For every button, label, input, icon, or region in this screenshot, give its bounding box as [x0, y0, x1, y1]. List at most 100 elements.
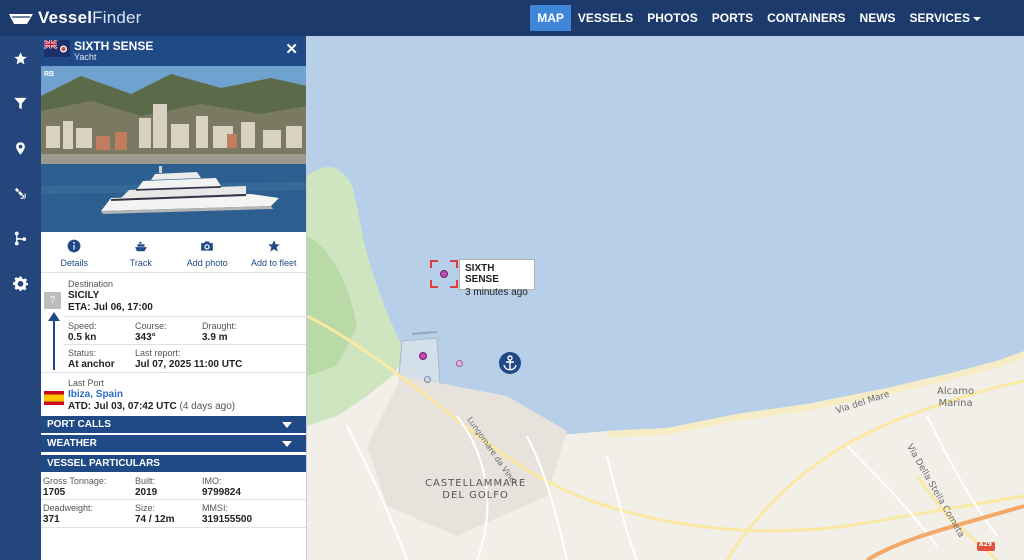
course-arrow-line	[53, 318, 55, 370]
ship-logo-icon	[9, 14, 33, 24]
last-report-value: Jul 07, 2025 11:00 UTC	[135, 359, 243, 370]
vessel-tooltip: SIXTH SENSE 3 minutes ago	[459, 259, 535, 298]
deadweight-label: Deadweight:	[43, 503, 94, 513]
course-label: Course:	[135, 321, 167, 331]
divider	[64, 316, 306, 317]
nav-containers[interactable]: CONTAINERS	[760, 5, 852, 31]
divider	[64, 344, 306, 345]
imo-label: IMO:	[202, 476, 222, 486]
settings-button[interactable]	[0, 268, 41, 298]
filter-button[interactable]	[0, 88, 41, 118]
mmsi-label: MMSI:	[202, 503, 228, 513]
ship-icon	[134, 241, 147, 252]
draught-label: Draught:	[202, 321, 237, 331]
map-canvas[interactable]: CASTELLAMMARE DEL GOLFO Alcamo Marina Via …	[307, 36, 1024, 560]
built-label: Built:	[135, 476, 156, 486]
camera-icon	[201, 241, 214, 251]
add-to-fleet-button[interactable]: Add to fleet	[241, 239, 307, 271]
anchor-icon	[503, 355, 517, 371]
details-label: Details	[60, 258, 88, 268]
chevron-down-icon	[973, 16, 981, 21]
eta-value: ETA: Jul 06, 17:00	[68, 302, 153, 313]
gross-tonnage-value: 1705	[43, 487, 66, 498]
nav-map[interactable]: MAP	[530, 5, 571, 31]
map-tools-rail	[0, 36, 41, 560]
location-button[interactable]	[0, 133, 41, 163]
tooltip-time: 3 minutes ago	[465, 287, 528, 298]
chevron-down-icon	[282, 441, 292, 447]
spain-flag-icon	[44, 391, 64, 405]
track-button[interactable]: Track	[108, 239, 175, 271]
close-icon[interactable]: ✕	[285, 42, 298, 57]
vessel-photo-image: RB	[41, 66, 306, 232]
route-icon	[14, 231, 27, 245]
last-report-label: Last report:	[135, 348, 181, 358]
gross-tonnage-label: Gross Tonnage:	[43, 476, 107, 486]
chevron-down-icon	[282, 422, 292, 428]
details-button[interactable]: Details	[41, 239, 108, 271]
divider	[41, 499, 306, 500]
star-icon	[267, 240, 280, 252]
route-button[interactable]	[0, 223, 41, 253]
vessel-photo[interactable]: RB	[41, 66, 306, 232]
favorites-button[interactable]	[0, 43, 41, 73]
vesselfinder-logo[interactable]: VesselFinder	[8, 7, 142, 29]
last-port-label: Last Port	[68, 378, 105, 388]
port-calls-section[interactable]: PORT CALLS	[41, 416, 306, 433]
atd-value: ATD: Jul 03, 07:42 UTC (4 days ago)	[68, 401, 236, 412]
vessel-marker-small[interactable]	[424, 376, 431, 383]
status-label: Status:	[68, 348, 97, 358]
destination-value[interactable]: SICILY	[68, 290, 99, 301]
last-port-link[interactable]: Ibiza, Spain	[68, 389, 123, 400]
nav-news[interactable]: NEWS	[853, 5, 903, 31]
logo-text: VesselFinder	[38, 8, 142, 27]
divider	[41, 527, 306, 528]
map-tiles	[307, 36, 1024, 560]
filter-icon	[14, 97, 27, 109]
vessel-marker[interactable]	[440, 270, 448, 278]
nav-ports[interactable]: PORTS	[705, 5, 760, 31]
deadweight-value: 371	[43, 514, 60, 525]
cayman-islands-flag-icon	[44, 40, 70, 57]
add-to-fleet-label: Add to fleet	[250, 258, 297, 268]
speed-value: 0.5 kn	[68, 332, 97, 343]
draught-value: 3.9 m	[202, 332, 228, 343]
add-photo-button[interactable]: Add photo	[174, 239, 241, 271]
nav-vessels[interactable]: VESSELS	[571, 5, 640, 31]
vessel-name: SIXTH SENSE	[74, 39, 154, 53]
imo-value: 9799824	[202, 487, 241, 498]
size-label: Size:	[135, 503, 156, 513]
vessel-actions: Details Track Add photo Add to fleet	[41, 239, 307, 271]
divider	[41, 372, 306, 373]
add-photo-label: Add photo	[186, 258, 228, 268]
vessel-marker-small[interactable]	[456, 360, 463, 367]
tooltip-vessel-name: SIXTH SENSE	[465, 263, 499, 285]
motorway-label: A29	[979, 541, 992, 548]
weather-section[interactable]: WEATHER	[41, 435, 306, 452]
destination-label: Destination	[68, 279, 114, 289]
satellite-button[interactable]	[0, 178, 41, 208]
gear-icon	[13, 276, 28, 291]
main-nav: MAP VESSELS PHOTOS PORTS CONTAINERS NEWS…	[530, 0, 988, 36]
info-icon	[67, 239, 81, 253]
satellite-icon	[14, 187, 27, 199]
town-label-alcamo-marina: Alcamo Marina	[937, 386, 975, 409]
nav-services[interactable]: SERVICES	[903, 5, 988, 31]
size-value: 74 / 12m	[135, 514, 175, 525]
star-icon	[14, 51, 27, 64]
vessel-marker-harbour[interactable]	[419, 352, 427, 360]
location-pin-icon	[16, 141, 25, 155]
vessel-type: Yacht	[74, 52, 97, 62]
top-navigation-bar: VesselFinder MAP VESSELS PHOTOS PORTS CO…	[0, 0, 1024, 36]
speed-label: Speed:	[68, 321, 97, 331]
status-value: At anchor	[68, 359, 115, 370]
anchorage-marker[interactable]	[499, 352, 521, 374]
mmsi-value: 319155500	[202, 514, 253, 525]
nav-photos[interactable]: PHOTOS	[640, 5, 704, 31]
track-label: Track	[129, 258, 152, 268]
built-value: 2019	[135, 487, 158, 498]
vessel-panel-header: SIXTH SENSE Yacht ✕	[41, 36, 306, 66]
unknown-destination-flag: ?	[44, 292, 61, 309]
course-value: 343°	[135, 332, 156, 343]
vessel-particulars-section[interactable]: VESSEL PARTICULARS	[41, 455, 306, 472]
